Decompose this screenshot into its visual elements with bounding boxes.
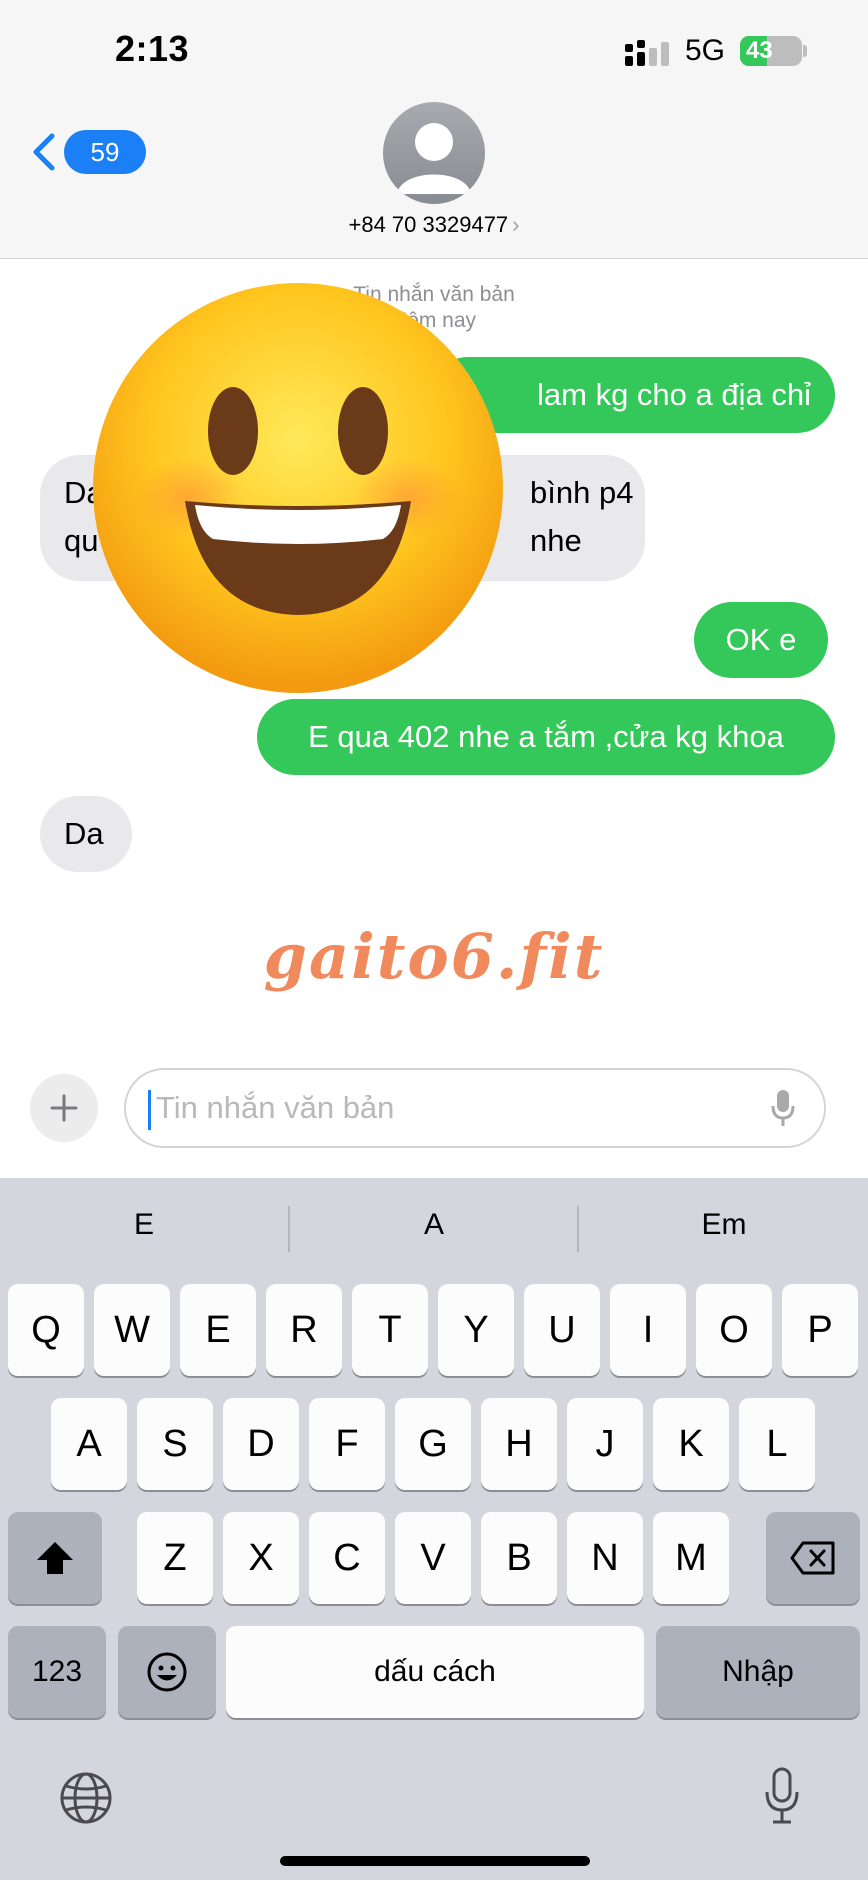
shift-icon	[37, 1542, 73, 1574]
suggestion-item[interactable]: A	[294, 1208, 574, 1242]
numbers-key[interactable]: 123	[8, 1626, 106, 1718]
key-t[interactable]: T	[352, 1284, 428, 1376]
key-l[interactable]: L	[739, 1398, 815, 1490]
key-p[interactable]: P	[782, 1284, 858, 1376]
plus-icon	[50, 1094, 78, 1122]
text-caret	[148, 1090, 151, 1130]
message-text: E qua 402 nhe a tắm ,cửa kg khoa	[308, 719, 784, 754]
keyboard: E A Em Q W E R T Y U I O P A S D F G H J…	[0, 1178, 868, 1880]
key-f[interactable]: F	[309, 1398, 385, 1490]
chevron-left-icon	[33, 133, 55, 171]
battery-icon: 43	[740, 36, 802, 66]
key-v[interactable]: V	[395, 1512, 471, 1604]
key-y[interactable]: Y	[438, 1284, 514, 1376]
delete-key[interactable]	[766, 1512, 860, 1604]
home-indicator	[280, 1856, 590, 1866]
chevron-right-icon: ›	[512, 212, 520, 237]
key-h[interactable]: H	[481, 1398, 557, 1490]
key-g[interactable]: G	[395, 1398, 471, 1490]
message-input[interactable]: Tin nhắn văn bản	[124, 1068, 826, 1148]
key-x[interactable]: X	[223, 1512, 299, 1604]
contact-number: +84 70 3329477	[348, 212, 509, 237]
conversation-header: 2:13 5G 43 59 +84 70 3329477 ›	[0, 0, 868, 259]
message-text: nhe	[530, 523, 582, 558]
key-r[interactable]: R	[266, 1284, 342, 1376]
emoji-icon	[147, 1652, 187, 1692]
backspace-icon	[790, 1541, 835, 1575]
battery-cap	[803, 45, 807, 57]
unread-count-badge: 59	[64, 130, 146, 174]
key-m[interactable]: M	[653, 1512, 729, 1604]
mic-icon[interactable]	[770, 1088, 796, 1128]
key-n[interactable]: N	[567, 1512, 643, 1604]
person-icon	[397, 123, 471, 194]
key-i[interactable]: I	[610, 1284, 686, 1376]
message-text: OK e	[725, 622, 797, 657]
status-time: 2:13	[115, 28, 190, 69]
message-text: Da	[64, 816, 104, 851]
message-text: bình p4	[530, 475, 634, 510]
space-key[interactable]: dấu cách	[226, 1626, 644, 1718]
suggestion-item[interactable]: Em	[584, 1208, 864, 1242]
dictation-mic-icon[interactable]	[762, 1766, 802, 1826]
globe-icon[interactable]	[58, 1770, 114, 1826]
message-bubble-outgoing[interactable]: OK e	[694, 602, 828, 678]
suggestion-divider	[577, 1206, 579, 1252]
key-b[interactable]: B	[481, 1512, 557, 1604]
key-d[interactable]: D	[223, 1398, 299, 1490]
grinning-face-icon	[93, 283, 503, 693]
battery-percent: 43	[746, 37, 773, 64]
key-k[interactable]: K	[653, 1398, 729, 1490]
watermark-text: gaito6.fit	[263, 920, 605, 993]
key-c[interactable]: C	[309, 1512, 385, 1604]
key-w[interactable]: W	[94, 1284, 170, 1376]
suggestion-divider	[288, 1206, 290, 1252]
message-text: lam kg cho a địa chỉ	[537, 377, 811, 412]
back-button[interactable]: 59	[30, 128, 146, 176]
contact-name[interactable]: +84 70 3329477 ›	[0, 212, 868, 238]
message-bubble-incoming[interactable]: Da	[40, 796, 132, 872]
add-attachment-button[interactable]	[30, 1074, 98, 1142]
key-u[interactable]: U	[524, 1284, 600, 1376]
contact-avatar[interactable]	[383, 102, 485, 204]
key-q[interactable]: Q	[8, 1284, 84, 1376]
suggestion-item[interactable]: E	[4, 1208, 284, 1242]
shift-key[interactable]	[8, 1512, 102, 1604]
key-e[interactable]: E	[180, 1284, 256, 1376]
emoji-key[interactable]	[118, 1626, 216, 1718]
key-a[interactable]: A	[51, 1398, 127, 1490]
key-z[interactable]: Z	[137, 1512, 213, 1604]
message-input-placeholder: Tin nhắn văn bản	[156, 1090, 395, 1125]
key-s[interactable]: S	[137, 1398, 213, 1490]
message-bubble-outgoing[interactable]: E qua 402 nhe a tắm ,cửa kg khoa	[257, 699, 835, 775]
network-type: 5G	[685, 34, 726, 67]
cellular-signal-icon	[625, 40, 669, 66]
key-o[interactable]: O	[696, 1284, 772, 1376]
key-j[interactable]: J	[567, 1398, 643, 1490]
return-key[interactable]: Nhập	[656, 1626, 860, 1718]
